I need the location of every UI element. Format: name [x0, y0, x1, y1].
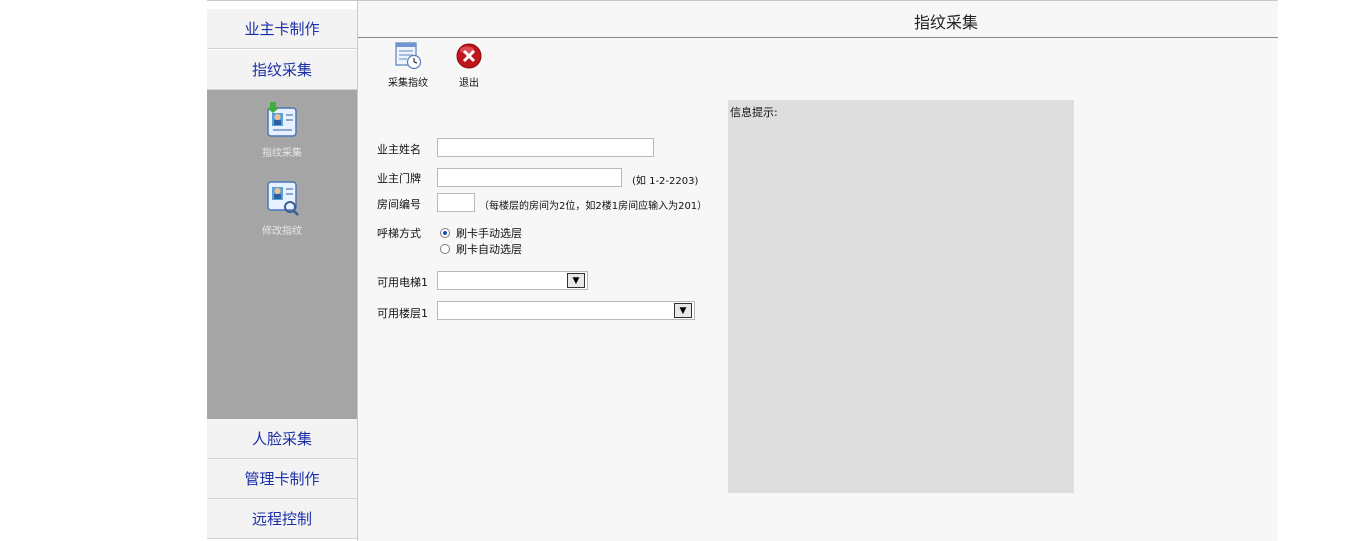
- sidebar-item-label: 指纹采集: [251, 61, 312, 79]
- radio-label: 刷卡自动选层: [456, 243, 522, 256]
- page-title: 指纹采集: [914, 13, 979, 32]
- elevator-label: 可用电梯1: [377, 276, 428, 289]
- panel-item-fingerprint-collect[interactable]: 指纹采集: [207, 100, 357, 159]
- room-number-input[interactable]: [437, 193, 475, 212]
- sidebar-item-remote-control[interactable]: 远程控制: [207, 499, 357, 539]
- sidebar: 业主卡制作 指纹采集 指纹采集 修改指纹 人脸采集 管理卡制作 远程控制: [207, 1, 358, 541]
- panel-item-label: 修改指纹: [262, 226, 302, 237]
- elevator-select[interactable]: ▼: [437, 271, 588, 290]
- close-icon: [456, 43, 482, 69]
- room-number-hint: （每楼层的房间为2位，如2楼1房间应输入为201）: [479, 201, 708, 212]
- info-title: 信息提示:: [730, 106, 778, 119]
- fingerprint-collect-icon: [267, 102, 297, 137]
- sidebar-item-owner-card[interactable]: 业主卡制作: [207, 9, 357, 49]
- collect-fingerprint-label: 采集指纹: [388, 78, 428, 89]
- sidebar-submenu-panel: 指纹采集 修改指纹: [207, 90, 357, 419]
- door-number-label: 业主门牌: [377, 172, 421, 185]
- radio-selected-icon: [440, 228, 450, 238]
- call-mode-auto-radio[interactable]: 刷卡自动选层: [440, 241, 522, 257]
- fingerprint-edit-icon: [267, 181, 299, 216]
- chevron-down-icon[interactable]: ▼: [567, 273, 585, 288]
- owner-name-label: 业主姓名: [377, 143, 421, 156]
- chevron-down-icon[interactable]: ▼: [674, 303, 692, 318]
- main-content: 指纹采集 采集指纹 退出 业主姓名 业主门牌 (如 1-2-2203) 房间编号…: [358, 1, 1278, 541]
- call-mode-label: 呼梯方式: [377, 227, 421, 240]
- sidebar-item-label: 管理卡制作: [244, 470, 320, 488]
- exit-label: 退出: [459, 78, 479, 89]
- sidebar-item-fingerprint[interactable]: 指纹采集: [207, 50, 357, 90]
- floor-select[interactable]: ▼: [437, 301, 695, 320]
- floor-label: 可用楼层1: [377, 307, 428, 320]
- sidebar-item-face[interactable]: 人脸采集: [207, 419, 357, 459]
- owner-name-input[interactable]: [437, 138, 654, 157]
- radio-label: 刷卡手动选层: [456, 227, 522, 240]
- sidebar-item-label: 远程控制: [251, 510, 312, 528]
- exit-button[interactable]: 退出: [454, 41, 484, 89]
- sidebar-item-label: 人脸采集: [251, 430, 312, 448]
- door-number-hint: (如 1-2-2203): [632, 176, 699, 187]
- room-number-label: 房间编号: [377, 198, 421, 211]
- radio-unselected-icon: [440, 244, 450, 254]
- collect-document-icon: [395, 42, 422, 70]
- door-number-input[interactable]: [437, 168, 622, 187]
- info-panel: 信息提示:: [728, 100, 1074, 493]
- app-window: 业主卡制作 指纹采集 指纹采集 修改指纹 人脸采集 管理卡制作 远程控制 指纹采…: [207, 0, 1278, 541]
- panel-item-label: 指纹采集: [262, 148, 302, 159]
- panel-item-fingerprint-edit[interactable]: 修改指纹: [207, 178, 357, 237]
- call-mode-manual-radio[interactable]: 刷卡手动选层: [440, 225, 522, 241]
- sidebar-item-label: 业主卡制作: [244, 20, 320, 38]
- collect-fingerprint-button[interactable]: 采集指纹: [388, 41, 428, 89]
- title-bar: 指纹采集: [358, 1, 1278, 38]
- sidebar-item-admin-card[interactable]: 管理卡制作: [207, 459, 357, 499]
